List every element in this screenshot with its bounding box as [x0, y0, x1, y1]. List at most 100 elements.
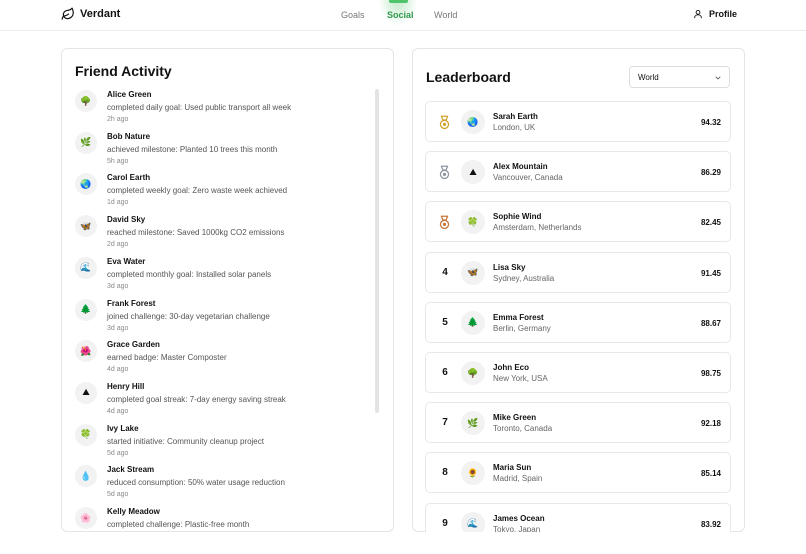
- friend-name[interactable]: Carol Earth: [107, 172, 287, 183]
- player-name: John Eco: [493, 363, 530, 372]
- rank-number: 9: [442, 517, 448, 529]
- chevron-down-icon: [715, 76, 721, 80]
- player-score: 92.18: [700, 419, 721, 429]
- activity-description: completed weekly goal: Zero waste week a…: [107, 186, 288, 196]
- activity-description: reached milestone: Saved 1000kg CO2 emis…: [107, 228, 285, 238]
- region-select-value: World: [638, 73, 659, 82]
- activity-text: Grace Garden earned badge: Master Compost…: [107, 339, 227, 379]
- leaderboard-row[interactable]: 🍀 Sophie Wind Amsterdam, Netherlands 82.45: [425, 201, 731, 243]
- activity-text: Jack Stream reduced consumption: 50% wate…: [107, 464, 285, 504]
- friend-avatar[interactable]: 💧: [75, 465, 97, 488]
- region-select[interactable]: World: [629, 66, 730, 88]
- player-name: Lisa Sky: [493, 262, 526, 272]
- friend-avatar[interactable]: 🌳: [75, 90, 97, 112]
- leaderboard-row[interactable]: 8 🌻 Maria Sun Madrid, Spain 85.14: [425, 452, 731, 494]
- activity-item: 🌲 Frank Forest joined challenge: 30-day ve…: [75, 298, 375, 338]
- player-avatar: 🌻: [461, 461, 485, 486]
- activity-text: Alice Green completed daily goal: Used pu…: [107, 89, 291, 129]
- player-score: 98.75: [700, 369, 721, 378]
- friend-name[interactable]: Jack Stream: [107, 464, 285, 475]
- friend-avatar[interactable]: 🌸: [75, 507, 97, 529]
- friend-avatar[interactable]: 🍀: [75, 423, 97, 446]
- top-navigation: Verdant Goals Social World Profile: [0, 0, 806, 31]
- friend-avatar[interactable]: 🌿: [75, 131, 97, 154]
- activity-description: earned badge: Master Composter: [107, 353, 227, 363]
- player-location: Vancouver, Canada: [493, 173, 563, 183]
- player-location: Tokyo, Japan: [493, 524, 541, 532]
- friend-avatar[interactable]: 🌲: [75, 298, 97, 321]
- activity-text: Ivy Lake started initiative: Community cl…: [107, 423, 264, 463]
- profile-button[interactable]: Profile: [693, 9, 737, 19]
- friend-avatar[interactable]: 🌺: [75, 340, 97, 363]
- activity-item: 🌸 Kelly Meadow completed challenge: Plasti…: [75, 506, 375, 531]
- friend-name[interactable]: Ivy Lake: [107, 423, 264, 434]
- friend-name[interactable]: Alice Green: [107, 89, 291, 100]
- leaderboard-title: Leaderboard: [426, 69, 511, 85]
- activity-time: 4d ago: [107, 366, 129, 374]
- player-name: Maria Sun: [493, 463, 532, 473]
- rank-number: 7: [442, 417, 448, 429]
- activity-item: 🌺 Grace Garden earned badge: Master Compos…: [75, 339, 375, 379]
- player-name: Sophie Wind: [493, 212, 542, 222]
- active-tab-indicator: [389, 0, 408, 3]
- player-avatar: 🌏: [461, 110, 485, 134]
- player-avatar: 🌲: [461, 310, 485, 335]
- player-score: 82.45: [700, 218, 721, 228]
- player-location: Toronto, Canada: [493, 424, 553, 434]
- friend-name[interactable]: Bob Nature: [107, 131, 277, 142]
- friend-avatar[interactable]: 🌊: [75, 256, 97, 279]
- activity-description: joined challenge: 30-day vegetarian chal…: [107, 311, 270, 321]
- activity-text: Henry Hill completed goal streak: 7-day e…: [107, 381, 286, 421]
- player-location: Sydney, Australia: [493, 273, 555, 283]
- activity-item: 🌳 Alice Green completed daily goal: Used p…: [75, 89, 375, 129]
- friend-name[interactable]: Eva Water: [107, 256, 271, 267]
- tab-social[interactable]: Social: [387, 10, 414, 20]
- leaderboard-row[interactable]: 7 🌿 Mike Green Toronto, Canada 92.18: [425, 402, 731, 444]
- activity-text: David Sky reached milestone: Saved 1000kg…: [107, 214, 284, 254]
- activity-time: 5h ago: [107, 157, 129, 165]
- player-score: 83.92: [700, 519, 721, 529]
- activity-time: 5d ago: [107, 449, 129, 457]
- activity-item: 🌊 Eva Water completed monthly goal: Instal…: [75, 256, 375, 296]
- leaderboard-row[interactable]: 6 🌳 John Eco New York, USA 98.75: [425, 352, 731, 393]
- friend-avatar[interactable]: ⛰: [75, 381, 97, 404]
- tab-world[interactable]: World: [434, 10, 457, 20]
- activity-text: Eva Water completed monthly goal: Install…: [107, 256, 271, 296]
- leaderboard-row[interactable]: ⛰ Alex Mountain Vancouver, Canada 86.29: [425, 151, 731, 193]
- friend-name[interactable]: Frank Forest: [107, 298, 270, 309]
- activity-item: 🌿 Bob Nature achieved milestone: Planted 1…: [75, 131, 375, 171]
- activity-scrollbar[interactable]: [375, 89, 379, 413]
- activity-description: started initiative: Community cleanup pr…: [107, 436, 264, 446]
- player-avatar: 🌿: [461, 411, 485, 436]
- activity-description: completed daily goal: Used public transp…: [107, 103, 292, 112]
- friend-avatar[interactable]: 🌏: [75, 173, 97, 196]
- player-score: 94.32: [700, 118, 721, 127]
- rank-number: 4: [442, 266, 448, 278]
- friend-avatar[interactable]: 🦋: [75, 215, 97, 238]
- activity-text: Kelly Meadow completed challenge: Plastic…: [107, 506, 249, 531]
- activity-feed[interactable]: 🌳 Alice Green completed daily goal: Used p…: [75, 89, 375, 531]
- rank-number: 5: [442, 316, 448, 328]
- player-score: 91.45: [700, 268, 721, 278]
- friend-name[interactable]: Henry Hill: [107, 381, 286, 392]
- player-location: New York, USA: [493, 374, 548, 383]
- leaderboard-row[interactable]: 🌏 Sarah Earth London, UK 94.32: [425, 101, 731, 142]
- tab-goals[interactable]: Goals: [341, 10, 365, 20]
- friend-name[interactable]: Grace Garden: [107, 339, 227, 350]
- player-name: Mike Green: [493, 413, 537, 423]
- friend-name[interactable]: Kelly Meadow: [107, 506, 249, 517]
- leaderboard-row[interactable]: 9 🌊 James Ocean Tokyo, Japan 83.92: [425, 502, 731, 532]
- player-avatar: 🦋: [461, 260, 485, 285]
- player-score: 88.67: [700, 318, 721, 328]
- activity-time: 5d ago: [107, 491, 129, 499]
- leaderboard-row[interactable]: 5 🌲 Emma Forest Berlin, Germany 88.67: [425, 301, 731, 343]
- rank-number: 6: [442, 367, 448, 378]
- player-avatar: 🌳: [461, 361, 485, 385]
- friend-name[interactable]: David Sky: [107, 214, 284, 225]
- leaderboard-row[interactable]: 4 🦋 Lisa Sky Sydney, Australia 91.45: [425, 251, 731, 293]
- activity-description: completed monthly goal: Installed solar …: [107, 269, 272, 279]
- activity-time: 3d ago: [107, 324, 129, 332]
- activity-item: 💧 Jack Stream reduced consumption: 50% wat…: [75, 464, 375, 504]
- gold-medal-icon: [439, 115, 450, 130]
- activity-description: achieved milestone: Planted 10 trees thi…: [107, 144, 278, 154]
